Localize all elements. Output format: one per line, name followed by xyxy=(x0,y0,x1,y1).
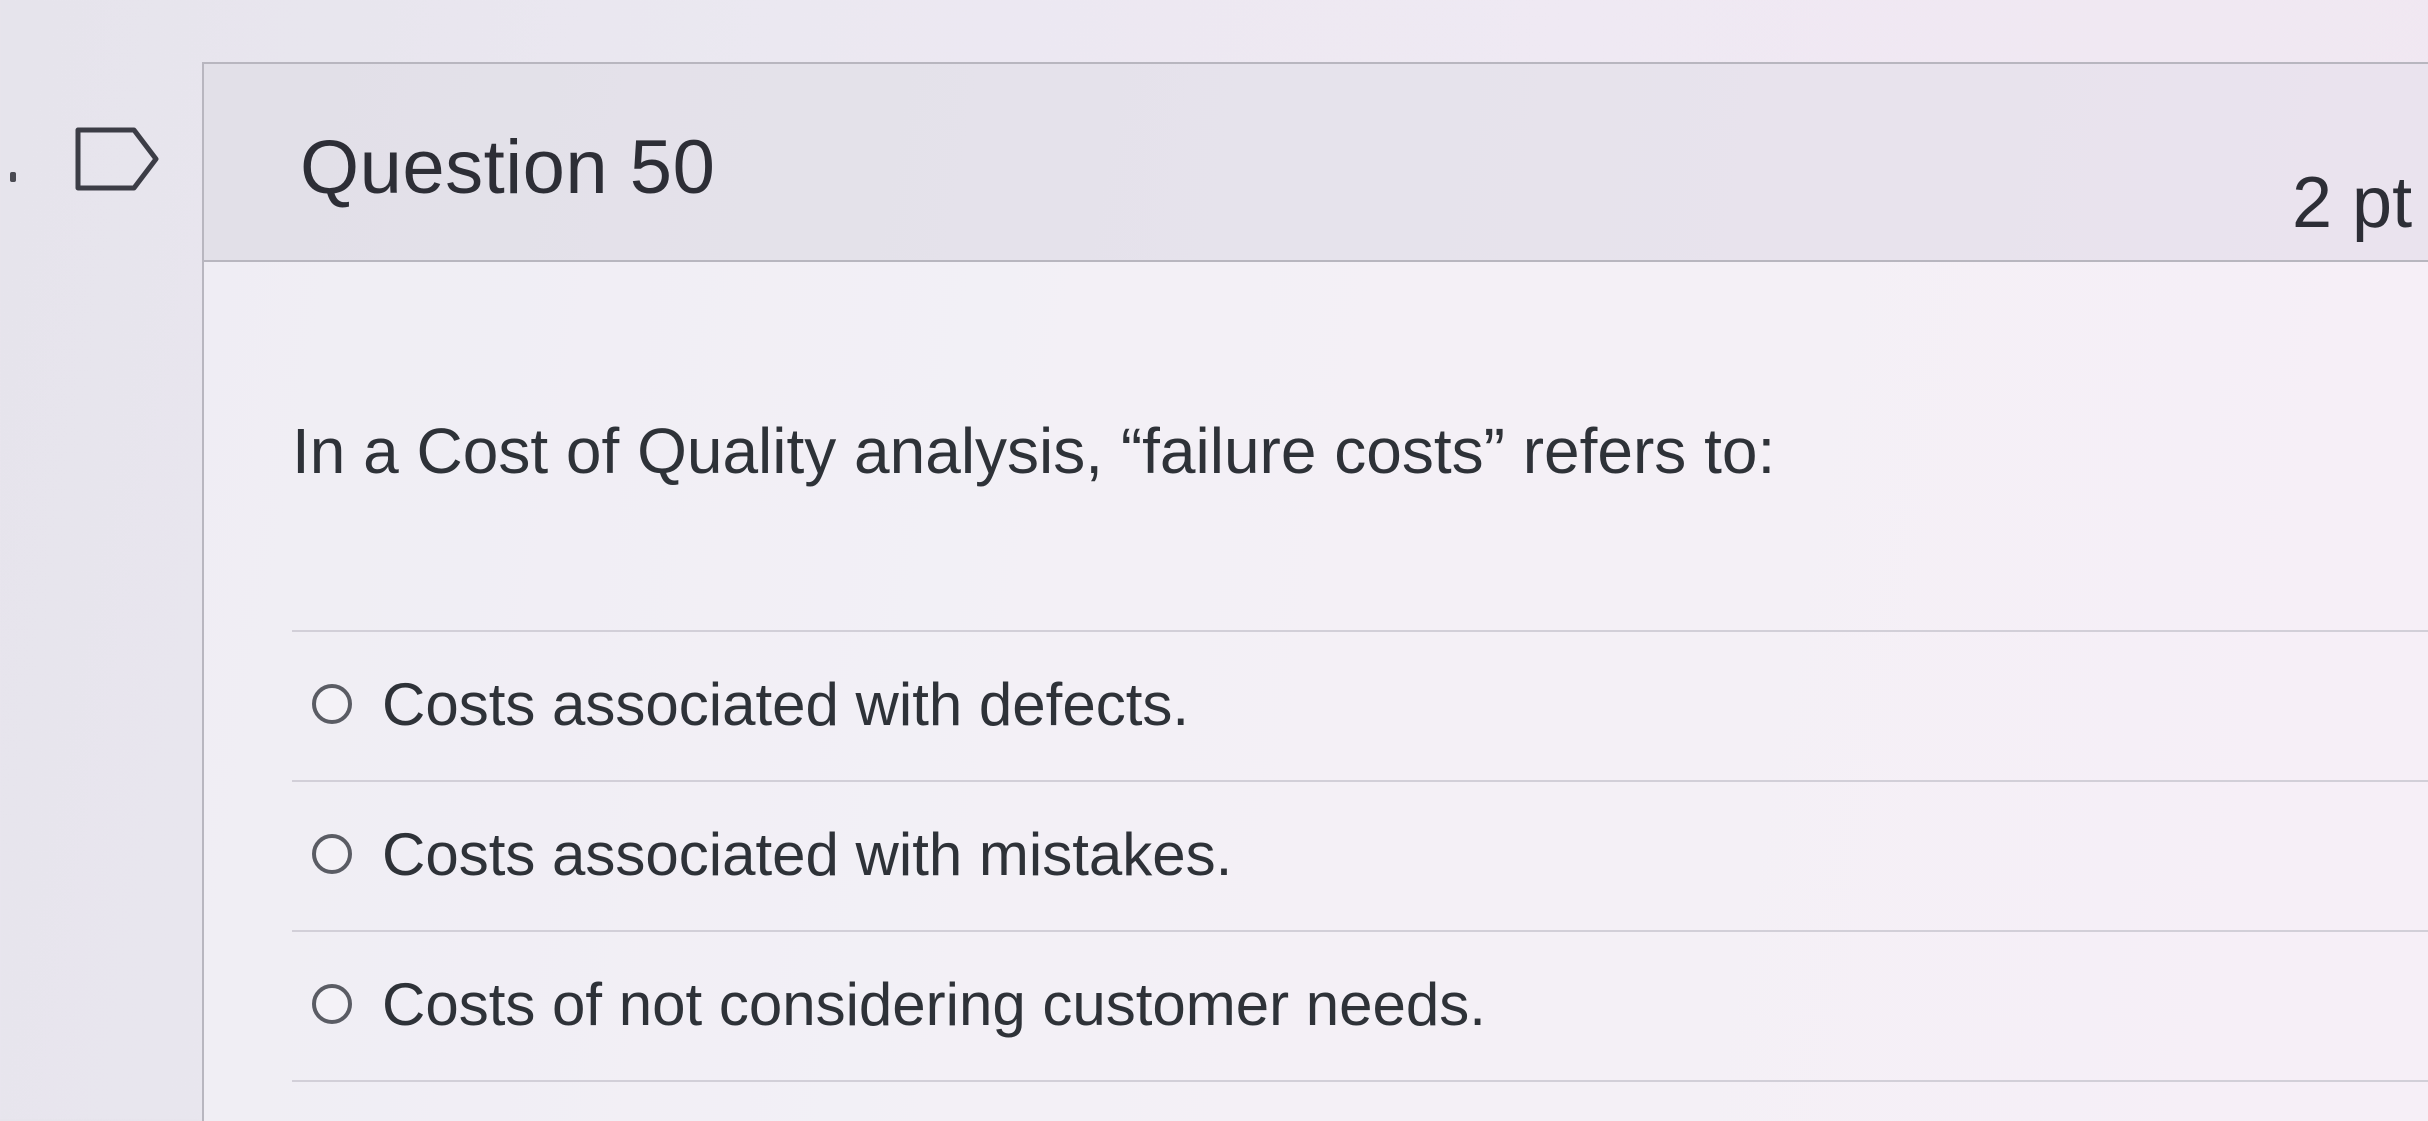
answer-divider xyxy=(292,1080,2428,1082)
radio-button[interactable] xyxy=(312,684,352,724)
answer-divider xyxy=(292,930,2428,932)
answer-divider xyxy=(292,780,2428,782)
answers-divider xyxy=(292,630,2428,632)
question-card: Question 50 2 pt In a Cost of Quality an… xyxy=(202,62,2428,1121)
answer-label[interactable]: Costs associated with defects. xyxy=(382,670,1189,739)
question-points: 2 pt xyxy=(2292,163,2413,243)
answer-option[interactable]: Costs associated with mistakes. xyxy=(312,804,2412,904)
radio-button[interactable] xyxy=(312,834,352,874)
flag-question-icon[interactable] xyxy=(72,124,162,194)
answer-label[interactable]: Costs associated with mistakes. xyxy=(382,820,1232,889)
answer-option[interactable]: Costs associated with defects. xyxy=(312,654,2412,754)
question-header: Question 50 2 pt xyxy=(204,64,2428,262)
question-title: Question 50 xyxy=(300,125,716,210)
bullet-mark xyxy=(10,172,16,182)
question-prompt: In a Cost of Quality analysis, “failure … xyxy=(292,415,1776,487)
answer-label[interactable]: Costs of not considering customer needs. xyxy=(382,970,1486,1039)
radio-button[interactable] xyxy=(312,984,352,1024)
answer-option[interactable]: Costs of not considering customer needs. xyxy=(312,954,2412,1054)
